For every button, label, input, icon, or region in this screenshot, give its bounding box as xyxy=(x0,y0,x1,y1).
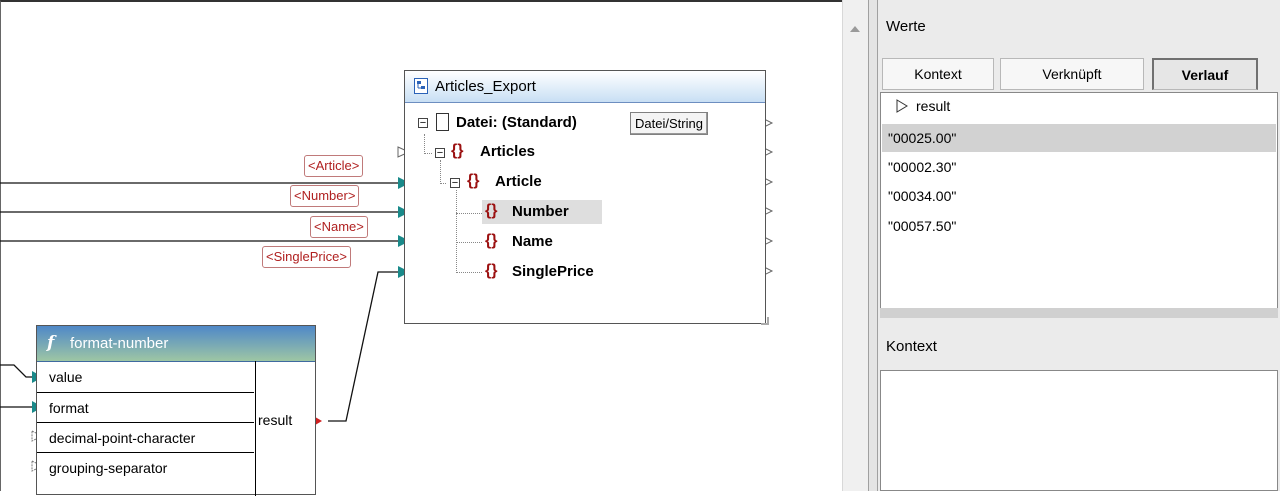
element-icon: {} xyxy=(467,172,480,189)
component-title: Articles_Export xyxy=(435,78,536,95)
node-name[interactable]: Name xyxy=(512,233,553,250)
connection-label-article: <Article> xyxy=(304,155,364,177)
values-header: result xyxy=(916,98,951,114)
context-box[interactable] xyxy=(880,370,1278,491)
function-header[interactable]: f format-number xyxy=(37,326,315,362)
function-title: format-number xyxy=(70,335,169,352)
connector-value-line[interactable] xyxy=(0,364,34,378)
file-icon xyxy=(436,113,449,131)
function-input-value[interactable]: value xyxy=(37,362,254,392)
function-input-format[interactable]: format xyxy=(37,392,254,422)
file-label: Datei: (Standard) xyxy=(456,114,577,131)
node-number[interactable]: Number xyxy=(512,203,569,220)
target-component[interactable]: Articles_Export xyxy=(404,70,769,325)
function-icon: f xyxy=(47,333,55,353)
value-row[interactable]: "00025.00" xyxy=(882,124,1276,152)
tab-verlauf[interactable]: Verlauf xyxy=(1152,58,1258,90)
panel-title: Werte xyxy=(886,18,926,35)
value-row[interactable]: "00034.00" xyxy=(882,182,1276,210)
connection-label-name: <Name> xyxy=(310,216,368,238)
result-arrow-icon xyxy=(896,99,908,116)
component-header[interactable]: Articles_Export xyxy=(405,71,765,103)
input-label: decimal-point-character xyxy=(49,430,196,446)
tab-kontext[interactable]: Kontext xyxy=(882,58,994,90)
value-row[interactable]: "00057.50" xyxy=(882,212,1276,240)
node-article[interactable]: Article xyxy=(495,173,542,190)
tab-verknuepft[interactable]: Verknüpft xyxy=(1000,58,1144,90)
collapse-icon[interactable]: − xyxy=(450,178,460,189)
element-icon: {} xyxy=(485,202,498,219)
canvas-vertical-scrollbar[interactable] xyxy=(842,0,869,491)
input-label: grouping-separator xyxy=(49,460,168,476)
panel-splitter[interactable] xyxy=(868,0,878,491)
node-articles[interactable]: Articles xyxy=(480,143,535,160)
value-row[interactable]: "00002.30" xyxy=(882,153,1276,181)
element-icon: {} xyxy=(485,232,498,249)
connector-result-line[interactable] xyxy=(328,271,404,422)
collapse-icon[interactable]: − xyxy=(435,148,445,159)
connection-label-number: <Number> xyxy=(290,185,360,207)
collapse-icon[interactable]: − xyxy=(418,118,428,129)
input-label: value xyxy=(49,369,83,385)
context-title: Kontext xyxy=(886,338,937,355)
element-icon: {} xyxy=(485,262,498,279)
column-divider xyxy=(255,361,256,496)
scroll-up-icon[interactable] xyxy=(850,26,860,32)
function-output-result[interactable]: result xyxy=(258,412,292,428)
node-singleprice[interactable]: SinglePrice xyxy=(512,263,594,280)
schema-icon xyxy=(414,78,428,94)
values-horizontal-scrollbar[interactable] xyxy=(880,308,1278,318)
file-string-button[interactable]: Datei/String xyxy=(630,112,708,135)
element-icon: {} xyxy=(451,142,464,159)
resize-grip-icon[interactable] xyxy=(761,317,769,325)
function-input-decimal-point-character[interactable]: decimal-point-character xyxy=(37,422,254,452)
input-label: format xyxy=(49,400,89,416)
function-input-grouping-separator[interactable]: grouping-separator xyxy=(37,452,254,482)
connection-label-singleprice: <SinglePrice> xyxy=(262,246,351,268)
